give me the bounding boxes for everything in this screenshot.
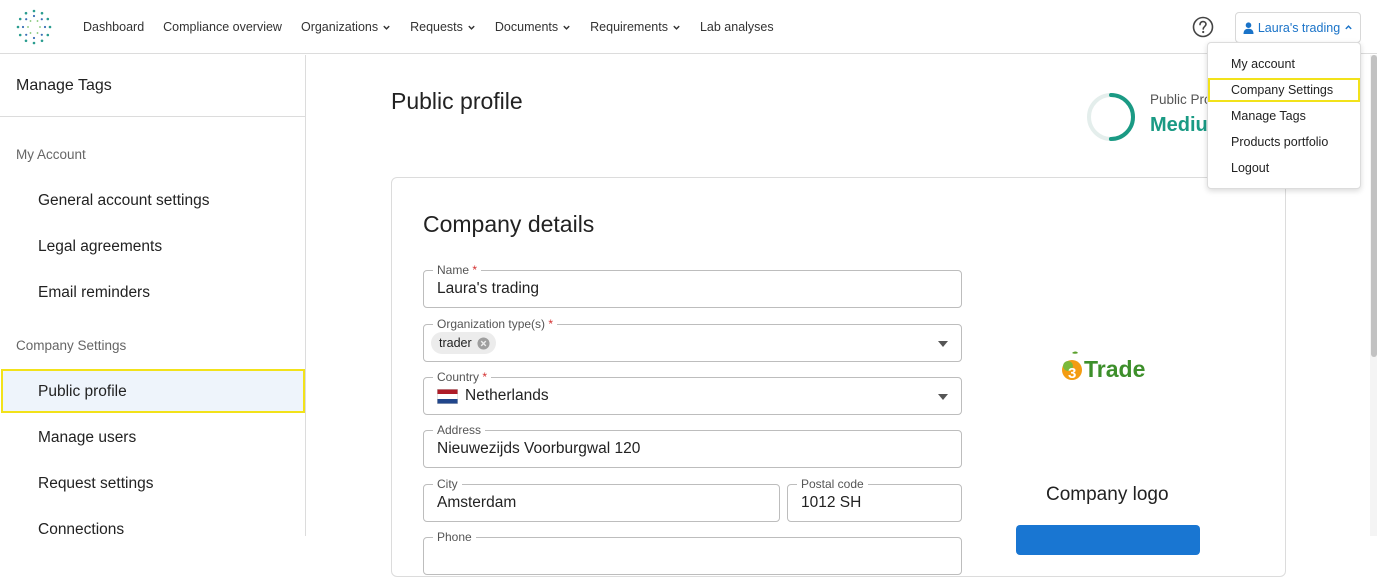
- org-type-chip[interactable]: trader: [431, 332, 496, 354]
- sidebar-item-manage-users[interactable]: Manage users: [38, 429, 136, 447]
- settings-sidebar: Manage Tags My Account General account s…: [0, 55, 306, 539]
- page-scrollbar[interactable]: [1370, 55, 1377, 536]
- chevron-down-icon: [468, 25, 475, 30]
- card-title: Company details: [423, 211, 595, 237]
- postal-code-label: Postal code: [797, 476, 868, 492]
- nav-compliance-overview-label: Compliance overview: [163, 20, 282, 34]
- org-type-chip-label: trader: [439, 336, 472, 350]
- svg-text:3: 3: [1068, 365, 1076, 382]
- scrollbar-thumb[interactable]: [1371, 55, 1377, 357]
- postal-code-value: 1012 SH: [801, 494, 862, 511]
- sidebar-divider: [0, 116, 305, 117]
- phone-label: Phone: [433, 529, 476, 545]
- postal-code-field[interactable]: Postal code 1012 SH: [787, 476, 962, 522]
- nav-lab-analyses-label: Lab analyses: [699, 20, 774, 34]
- name-field[interactable]: Name * Laura's trading: [423, 262, 962, 308]
- company-details-card: Company details Name * Laura's trading O…: [391, 177, 1286, 577]
- phone-field[interactable]: Phone: [423, 529, 962, 575]
- nav-requests-label: Requests: [410, 20, 463, 34]
- address-value: Nieuwezijds Voorburgwal 120: [437, 440, 641, 457]
- sidebar-section-my-account: My Account: [16, 147, 86, 162]
- chevron-down-icon: [563, 25, 570, 30]
- organization-type-select[interactable]: Organization type(s) * trader: [423, 316, 962, 362]
- organization-type-label: Organization type(s) *: [433, 316, 558, 332]
- chevron-up-icon: [1345, 25, 1352, 30]
- sidebar-item-connections[interactable]: Connections: [38, 521, 124, 539]
- nav-documents-label: Documents: [494, 20, 559, 34]
- nav-organizations-label: Organizations: [300, 20, 379, 34]
- dropdown-arrow-icon: [938, 341, 948, 347]
- nav-requirements-label: Requirements: [590, 20, 668, 34]
- remove-chip-icon[interactable]: [477, 336, 490, 350]
- nav-lab-analyses[interactable]: Lab analyses: [700, 20, 774, 34]
- menu-item-products-portfolio[interactable]: Products portfolio: [1208, 130, 1360, 154]
- city-label: City: [433, 476, 462, 492]
- city-field[interactable]: City Amsterdam: [423, 476, 780, 522]
- app-logo[interactable]: [15, 8, 53, 46]
- profile-strength-value: Mediu: [1150, 114, 1208, 136]
- country-select[interactable]: Country * Netherlands: [423, 369, 962, 415]
- nav-documents[interactable]: Documents: [495, 20, 571, 34]
- country-label: Country *: [433, 369, 492, 385]
- menu-item-manage-tags[interactable]: Manage Tags: [1208, 104, 1360, 128]
- main-nav: Dashboard Compliance overview Organizati…: [83, 0, 774, 54]
- chevron-down-icon: [673, 25, 680, 30]
- menu-item-my-account[interactable]: My account: [1208, 52, 1360, 76]
- menu-item-company-settings[interactable]: Company Settings: [1208, 78, 1360, 102]
- nav-organizations[interactable]: Organizations: [301, 20, 391, 34]
- nav-compliance-overview[interactable]: Compliance overview: [163, 20, 282, 34]
- sidebar-item-general-account-settings[interactable]: General account settings: [38, 192, 209, 210]
- address-label: Address: [433, 422, 486, 438]
- sidebar-section-company-settings: Company Settings: [16, 338, 127, 353]
- netherlands-flag-icon: [437, 389, 458, 404]
- svg-text:Trade: Trade: [1084, 356, 1145, 382]
- name-field-label: Name *: [433, 262, 482, 278]
- country-value: Netherlands: [465, 387, 549, 404]
- name-field-value: Laura's trading: [437, 280, 540, 297]
- city-value: Amsterdam: [437, 494, 517, 511]
- company-logo-image: 3 Trade: [1062, 351, 1145, 382]
- sidebar-item-email-reminders[interactable]: Email reminders: [38, 284, 150, 302]
- account-dropdown-menu: My account Company Settings Manage Tags …: [1207, 42, 1361, 189]
- help-icon[interactable]: [1192, 16, 1214, 38]
- nav-dashboard-label: Dashboard: [83, 20, 145, 34]
- menu-item-logout[interactable]: Logout: [1208, 156, 1360, 180]
- chevron-down-icon: [383, 25, 390, 30]
- sidebar-item-legal-agreements[interactable]: Legal agreements: [38, 238, 162, 256]
- nav-requirements[interactable]: Requirements: [590, 20, 681, 34]
- sidebar-title-manage-tags[interactable]: Manage Tags: [16, 77, 112, 95]
- address-field[interactable]: Address Nieuwezijds Voorburgwal 120: [423, 422, 962, 468]
- nav-dashboard[interactable]: Dashboard: [83, 20, 144, 34]
- account-name: Laura's trading: [1257, 20, 1341, 35]
- user-icon: [1243, 21, 1254, 34]
- sidebar-item-public-profile[interactable]: Public profile: [38, 383, 127, 401]
- company-logo-caption: Company logo: [1046, 484, 1169, 505]
- upload-logo-button[interactable]: [1016, 525, 1200, 555]
- top-bar: Dashboard Compliance overview Organizati…: [0, 0, 1377, 54]
- nav-requests[interactable]: Requests: [410, 20, 476, 34]
- account-menu-button[interactable]: Laura's trading: [1235, 12, 1361, 43]
- sidebar-item-request-settings[interactable]: Request settings: [38, 475, 153, 493]
- page-title: Public profile: [391, 88, 523, 114]
- dropdown-arrow-icon: [938, 394, 948, 400]
- profile-strength-label: Public Pro: [1150, 92, 1212, 107]
- profile-strength-gauge: [1087, 93, 1135, 141]
